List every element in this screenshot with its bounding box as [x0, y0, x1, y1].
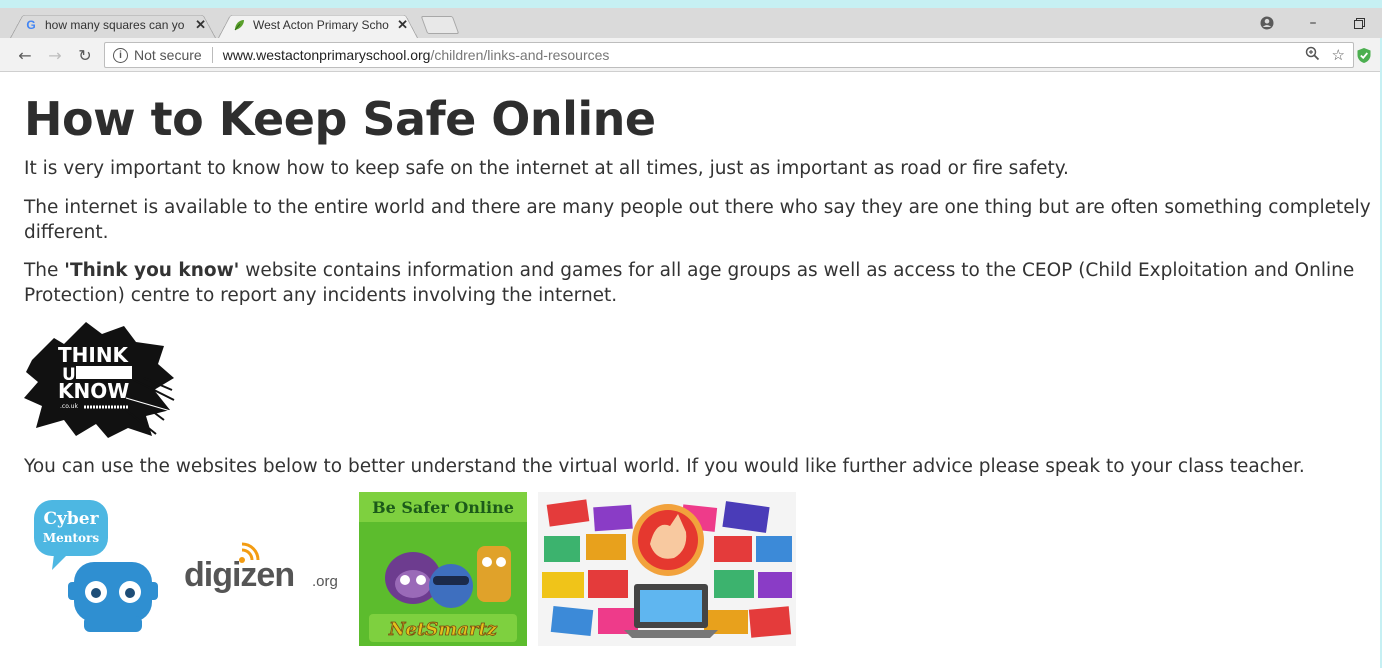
- url-path: /children/links-and-resources: [430, 47, 610, 63]
- svg-text:Cyber: Cyber: [43, 509, 99, 529]
- school-leaf-icon: [232, 18, 246, 32]
- svg-text:.co.uk: .co.uk: [60, 403, 78, 410]
- kidsmart-collage-image[interactable]: [538, 492, 796, 646]
- security-label: Not secure: [134, 47, 202, 63]
- google-g-icon: G: [26, 17, 36, 32]
- websites-paragraph: You can use the websites below to better…: [24, 456, 1305, 477]
- profile-icon[interactable]: [1244, 11, 1290, 35]
- minimize-icon[interactable]: –: [1290, 11, 1336, 35]
- netsmartz-logo[interactable]: Be Safer Online NetSmartz: [359, 492, 527, 646]
- think-you-know-paragraph: The 'Think you know' website contains in…: [24, 260, 1355, 306]
- svg-text:.org: .org: [312, 573, 338, 590]
- intro-paragraph: It is very important to know how to keep…: [24, 158, 1069, 179]
- close-tab-icon[interactable]: ✕: [195, 17, 206, 33]
- svg-text:KNOW: KNOW: [58, 379, 129, 403]
- browser-toolbar: ← → ↻ i Not secure www.westactonprimarys…: [0, 38, 1380, 72]
- bookmark-star-icon[interactable]: ☆: [1332, 46, 1345, 65]
- shield-extension-icon[interactable]: [1356, 47, 1372, 64]
- url-host: www.westactonprimaryschool.org: [222, 47, 431, 63]
- info-icon[interactable]: i: [113, 47, 128, 63]
- svg-text:Mentors: Mentors: [43, 531, 100, 545]
- svg-text:THINK: THINK: [58, 343, 130, 367]
- svg-text:Be Safer Online: Be Safer Online: [372, 498, 514, 517]
- tab-google-search[interactable]: G how many squares can yo ✕: [10, 11, 216, 38]
- thinkuknow-logo[interactable]: THINK U KNOW .co.uk: [24, 320, 176, 438]
- internet-paragraph: The internet is available to the entire …: [24, 197, 1371, 243]
- tab-strip: G how many squares can yo ✕ West Acton P…: [0, 8, 1382, 38]
- cybermentors-logo[interactable]: Cyber Mentors: [30, 498, 160, 638]
- tab-title: West Acton Primary Scho: [253, 17, 389, 32]
- tab-title: how many squares can yo: [45, 17, 185, 32]
- digizen-logo[interactable]: digizen .org: [184, 542, 344, 602]
- reload-icon[interactable]: ↻: [74, 44, 96, 66]
- svg-text:NetSmartz: NetSmartz: [388, 619, 498, 640]
- page-title: How to Keep Safe Online: [24, 92, 656, 146]
- svg-text:digizen: digizen: [184, 556, 294, 594]
- address-bar[interactable]: i Not secure www.westactonprimaryschool.…: [104, 42, 1354, 68]
- restore-icon[interactable]: [1336, 11, 1382, 35]
- close-tab-icon[interactable]: ✕: [397, 17, 408, 33]
- forward-arrow-icon[interactable]: →: [44, 44, 66, 66]
- tab-west-acton[interactable]: West Acton Primary Scho ✕: [218, 11, 418, 38]
- think-you-know-link: 'Think you know': [64, 260, 240, 281]
- new-tab-button[interactable]: [420, 16, 460, 34]
- zoom-icon[interactable]: [1305, 46, 1320, 65]
- back-arrow-icon[interactable]: ←: [14, 44, 36, 66]
- address-divider: [211, 47, 213, 63]
